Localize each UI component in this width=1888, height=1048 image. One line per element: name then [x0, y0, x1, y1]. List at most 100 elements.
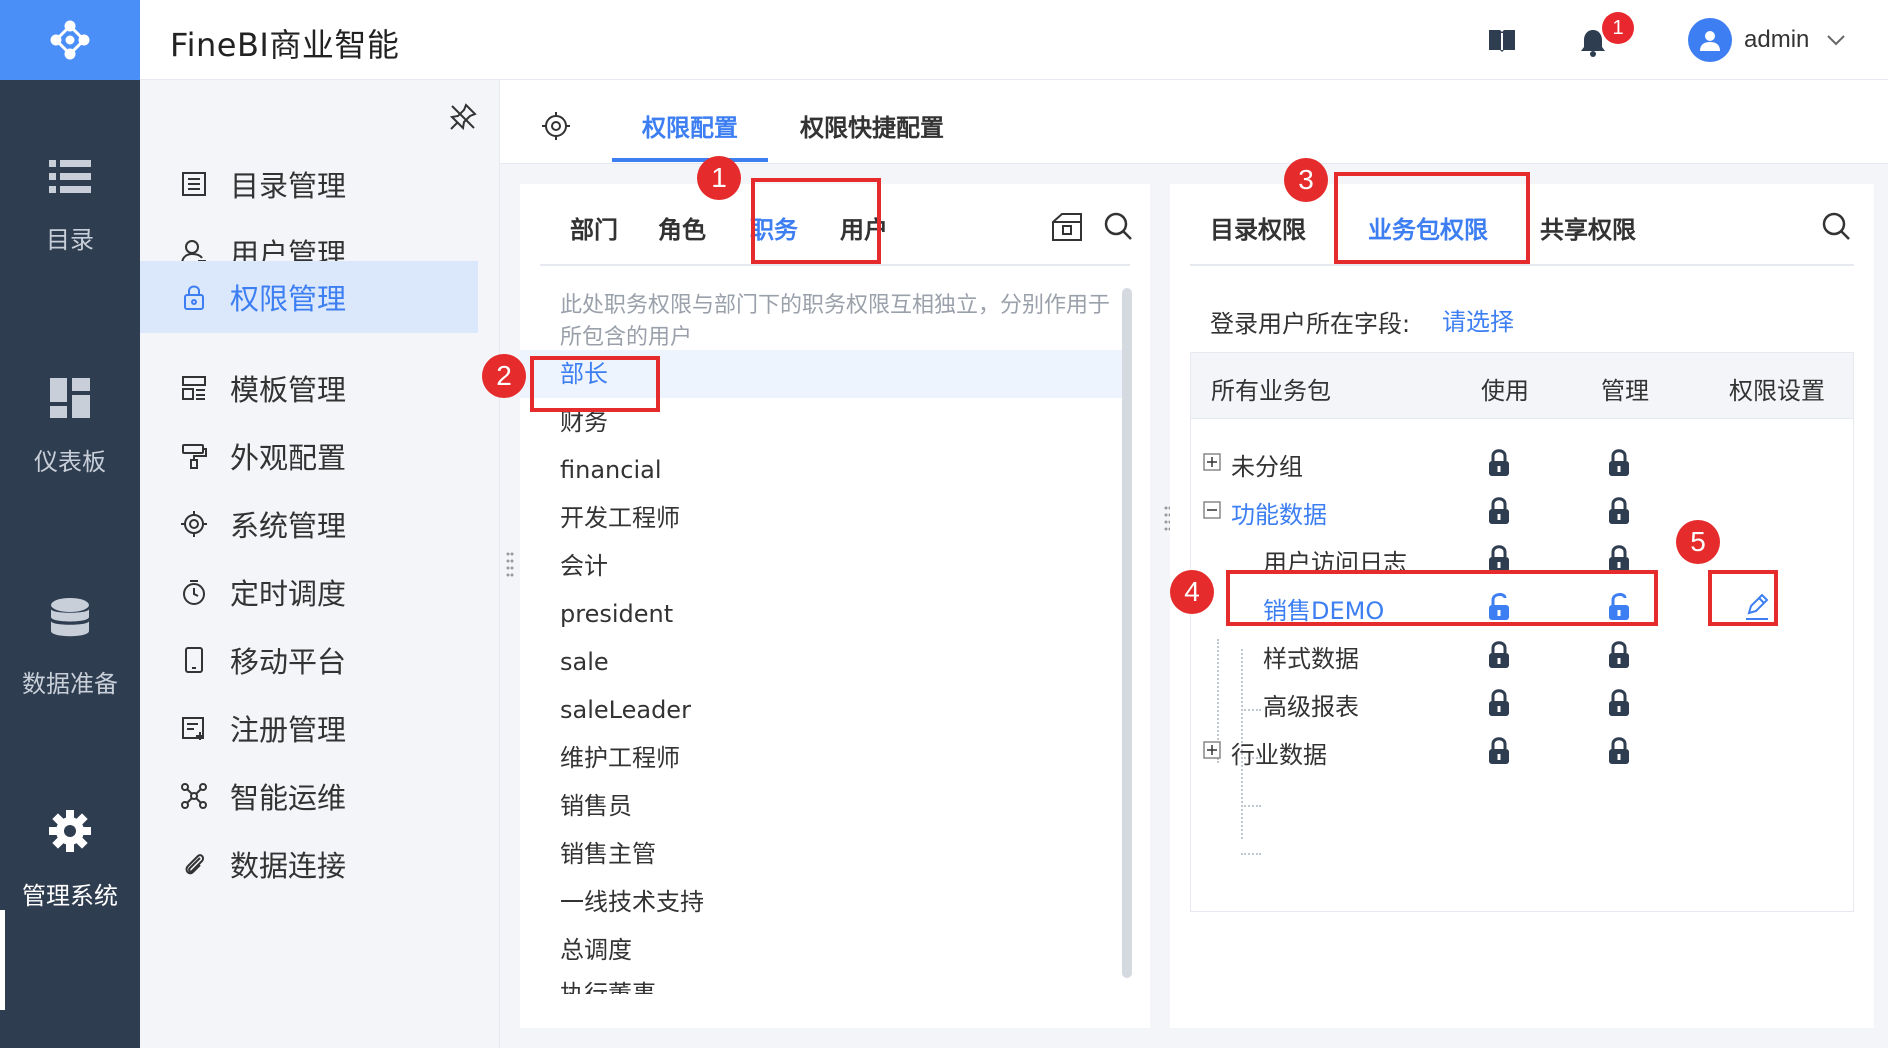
tab-department[interactable]: 部门 [570, 210, 618, 245]
settings-gear-icon[interactable] [540, 110, 572, 142]
sidebar-item-label: 数据连接 [230, 849, 347, 883]
user-name: admin [1744, 26, 1810, 53]
sidebar-item-appearance[interactable]: 外观配置 [140, 420, 478, 492]
lock-icon[interactable] [1608, 641, 1630, 669]
sidebar-item-label: 智能运维 [230, 781, 347, 815]
tab-share-permission[interactable]: 共享权限 [1540, 210, 1636, 245]
tree-label[interactable]: 功能数据 [1231, 495, 1327, 530]
tab-role[interactable]: 角色 [658, 210, 706, 245]
annotation-number-2: 2 [482, 354, 526, 398]
list-icon [49, 160, 91, 193]
batch-box-icon[interactable] [1050, 210, 1084, 244]
list-item[interactable]: 执行董事 [520, 974, 1130, 994]
tab-permission-quick-config[interactable]: 权限快捷配置 [800, 108, 944, 143]
user-menu[interactable]: admin [1688, 18, 1888, 62]
lock-icon[interactable] [1608, 497, 1630, 525]
list-item[interactable]: 会计 [520, 542, 1130, 590]
lock-icon[interactable] [1488, 545, 1510, 573]
help-book-icon[interactable] [1486, 24, 1518, 56]
sidebar-item-label: 权限管理 [230, 282, 347, 316]
nav-item-label: 管理系统 [22, 882, 118, 910]
sidebar-item-data-connection[interactable]: 数据连接 [140, 828, 478, 900]
subtab-divider [540, 264, 1130, 266]
tab-permission-config[interactable]: 权限配置 [642, 108, 738, 143]
tree-label[interactable]: 未分组 [1231, 447, 1303, 482]
list-item[interactable]: president [520, 590, 1130, 638]
position-panel: 部门 角色 职务 用户 此处职务权限与部门下的职务权限互相独立，分别作用于所包含… [520, 184, 1150, 1028]
tree-row: 功能数据 [1191, 487, 1853, 535]
lock-icon[interactable] [1488, 737, 1510, 765]
search-icon[interactable] [1102, 210, 1134, 242]
database-icon [51, 598, 89, 637]
sidebar-item-ops[interactable]: 智能运维 [140, 760, 478, 832]
tree-label[interactable]: 高级报表 [1263, 687, 1359, 722]
user-avatar-icon [1700, 31, 1720, 51]
expand-plus-icon[interactable] [1203, 741, 1221, 759]
nav-item-dashboard[interactable]: 仪表板 [0, 378, 140, 477]
app-logo[interactable] [0, 0, 140, 80]
lock-icon[interactable] [1608, 449, 1630, 477]
lock-icon[interactable] [1488, 449, 1510, 477]
expand-plus-icon[interactable] [1203, 453, 1221, 471]
annotation-box-4 [1226, 570, 1658, 626]
list-item[interactable]: saleLeader [520, 686, 1130, 734]
main-tabs: 权限配置 权限快捷配置 [500, 80, 1888, 164]
lock-icon[interactable] [1488, 641, 1510, 669]
dashboard-icon [50, 378, 90, 418]
resize-handle-icon[interactable] [506, 550, 514, 580]
pin-icon[interactable] [448, 102, 478, 132]
sidebar-item-templates[interactable]: 模板管理 [140, 352, 478, 424]
list-item[interactable]: sale [520, 638, 1130, 686]
sidebar-item-mobile[interactable]: 移动平台 [140, 624, 478, 696]
list-item[interactable]: 销售主管 [520, 830, 1130, 878]
sidebar-item-catalog[interactable]: 目录管理 [140, 148, 478, 220]
annotation-box-1 [751, 178, 881, 264]
header-use: 使用 [1481, 377, 1529, 405]
notification-button[interactable]: 1 [1578, 12, 1634, 60]
admin-sidebar: 目录管理 用户管理 权限管理 模板管理 外观配置 系统管理 定时调度 移动平台 … [140, 80, 500, 1048]
annotation-number-1: 1 [697, 156, 741, 200]
sidebar-item-label: 模板管理 [230, 373, 347, 407]
nav-item-data-prep[interactable]: 数据准备 [0, 598, 140, 699]
package-table: 所有业务包 使用 管理 权限设置 未分组 功能数据 用户访问日志 销售DEMO … [1190, 352, 1854, 912]
sidebar-item-schedule[interactable]: 定时调度 [140, 556, 478, 628]
nav-item-catalog[interactable]: 目录 [0, 158, 140, 255]
lock-icon[interactable] [1488, 497, 1510, 525]
nav-item-admin[interactable]: 管理系统 [0, 810, 140, 911]
login-field-select[interactable]: 请选择 [1442, 302, 1514, 337]
tree-connector [1241, 805, 1261, 807]
list-item[interactable]: 开发工程师 [520, 494, 1130, 542]
sidebar-item-label: 系统管理 [230, 509, 347, 543]
sidebar-item-system[interactable]: 系统管理 [140, 488, 478, 560]
annotation-box-5 [1708, 570, 1778, 626]
list-item[interactable]: 一线技术支持 [520, 878, 1130, 926]
header-all-packages: 所有业务包 [1211, 377, 1331, 405]
list-item[interactable]: 销售员 [520, 782, 1130, 830]
gear-icon [49, 810, 91, 852]
link-icon [185, 854, 205, 875]
list-item[interactable]: financial [520, 446, 1130, 494]
sidebar-item-permissions[interactable]: 权限管理 [140, 261, 478, 333]
tree-label[interactable]: 样式数据 [1263, 639, 1359, 674]
lock-icon[interactable] [1608, 689, 1630, 717]
collapse-minus-icon[interactable] [1203, 501, 1221, 519]
mobile-icon [185, 647, 203, 673]
list-item[interactable]: 总调度 [520, 926, 1130, 974]
lock-icon[interactable] [1608, 737, 1630, 765]
lock-icon[interactable] [1488, 689, 1510, 717]
tab-catalog-permission[interactable]: 目录权限 [1210, 210, 1306, 245]
lock-icon[interactable] [1608, 545, 1630, 573]
top-bar: FineBI商业智能 1 admin [140, 0, 1888, 80]
list-item[interactable]: 维护工程师 [520, 734, 1130, 782]
app-title: FineBI商业智能 [170, 26, 400, 64]
catalog-icon [182, 172, 206, 196]
search-icon[interactable] [1820, 210, 1852, 242]
tree-label[interactable]: 行业数据 [1231, 735, 1327, 770]
header-permission-setting: 权限设置 [1729, 377, 1825, 405]
sidebar-item-register[interactable]: 注册管理 [140, 692, 478, 764]
sidebar-item-label: 目录管理 [230, 169, 347, 203]
sidebar-item-label: 移动平台 [230, 645, 347, 679]
scrollbar[interactable] [1122, 288, 1132, 978]
annotation-number-3: 3 [1284, 158, 1328, 202]
chevron-down-icon [1827, 35, 1846, 46]
